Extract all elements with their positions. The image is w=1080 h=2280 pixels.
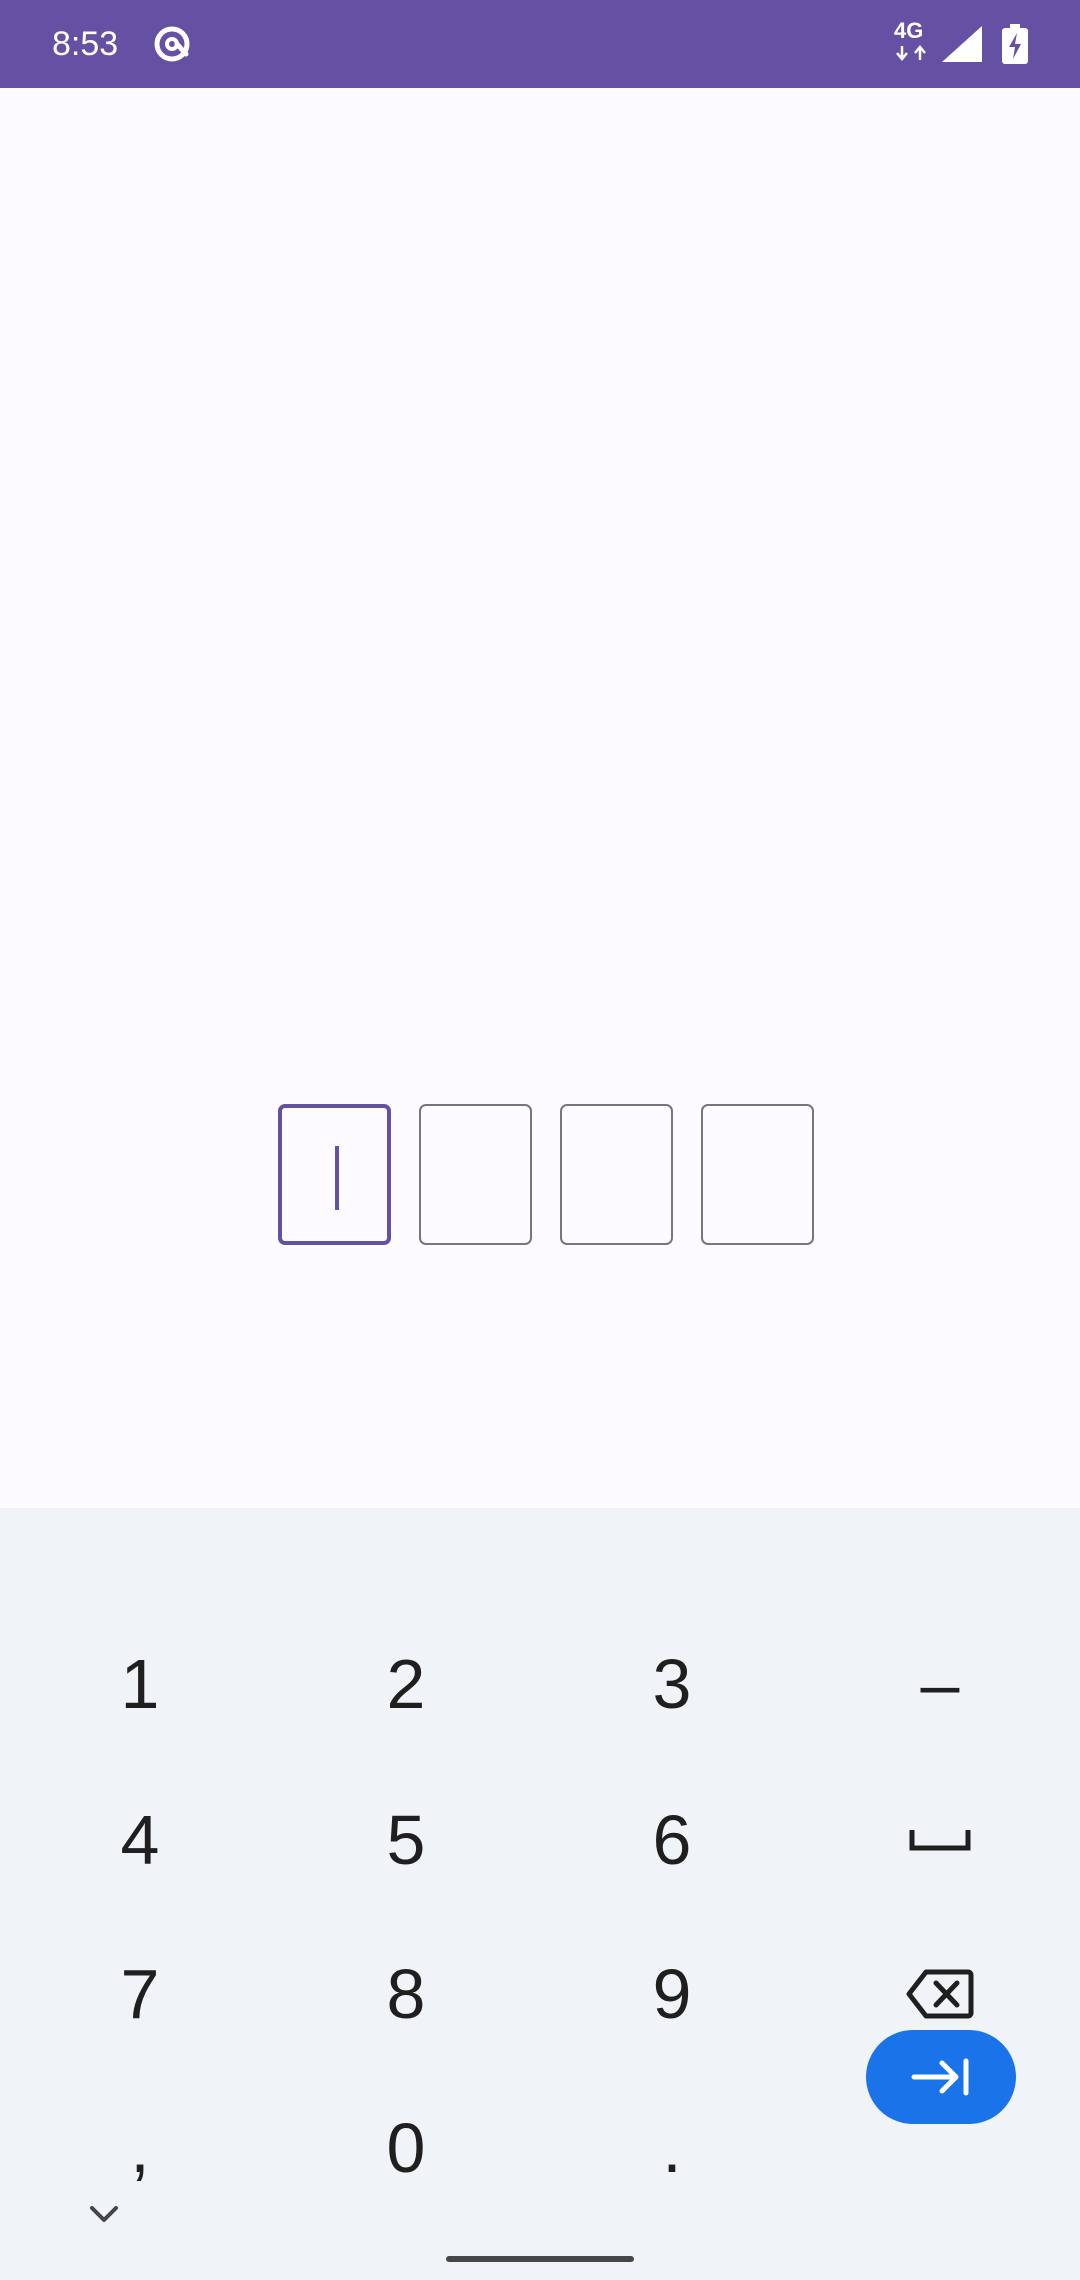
- key-dash[interactable]: –: [840, 1614, 1040, 1754]
- numeric-keyboard: 1 2 3 – 4 5 6 7 8 9 , 0 .: [0, 1508, 1080, 2280]
- status-time: 8:53: [52, 25, 119, 63]
- gesture-navigation-handle[interactable]: [446, 2256, 634, 2262]
- next-button[interactable]: [866, 2030, 1016, 2124]
- status-bar: 8:53 4G: [0, 0, 1080, 88]
- key-9[interactable]: 9: [572, 1924, 772, 2064]
- otp-digit-1[interactable]: [278, 1104, 391, 1245]
- cell-signal-icon: [942, 26, 982, 62]
- otp-digit-3[interactable]: [560, 1104, 673, 1245]
- key-7[interactable]: 7: [40, 1924, 240, 2064]
- at-sign-icon: [154, 26, 190, 62]
- key-period[interactable]: .: [572, 2078, 772, 2218]
- key-comma[interactable]: ,: [40, 2078, 240, 2218]
- key-1[interactable]: 1: [40, 1614, 240, 1754]
- otp-digit-2[interactable]: [419, 1104, 532, 1245]
- chevron-down-icon[interactable]: [84, 2198, 124, 2230]
- space-icon: [909, 1830, 971, 1851]
- key-2[interactable]: 2: [306, 1614, 506, 1754]
- backspace-icon: [906, 1969, 974, 2019]
- key-5[interactable]: 5: [306, 1770, 506, 1910]
- key-6[interactable]: 6: [572, 1770, 772, 1910]
- key-0[interactable]: 0: [306, 2078, 506, 2218]
- key-space[interactable]: [840, 1770, 1040, 1910]
- otp-input-group: [278, 1104, 814, 1249]
- network-type: 4G: [894, 18, 924, 43]
- otp-digit-4[interactable]: [701, 1104, 814, 1245]
- battery-charging-icon: [1002, 24, 1028, 64]
- key-4[interactable]: 4: [40, 1770, 240, 1910]
- data-activity-icon: [896, 45, 926, 61]
- next-icon: [911, 2058, 969, 2096]
- key-3[interactable]: 3: [572, 1614, 772, 1754]
- key-8[interactable]: 8: [306, 1924, 506, 2064]
- text-cursor: [335, 1146, 339, 1210]
